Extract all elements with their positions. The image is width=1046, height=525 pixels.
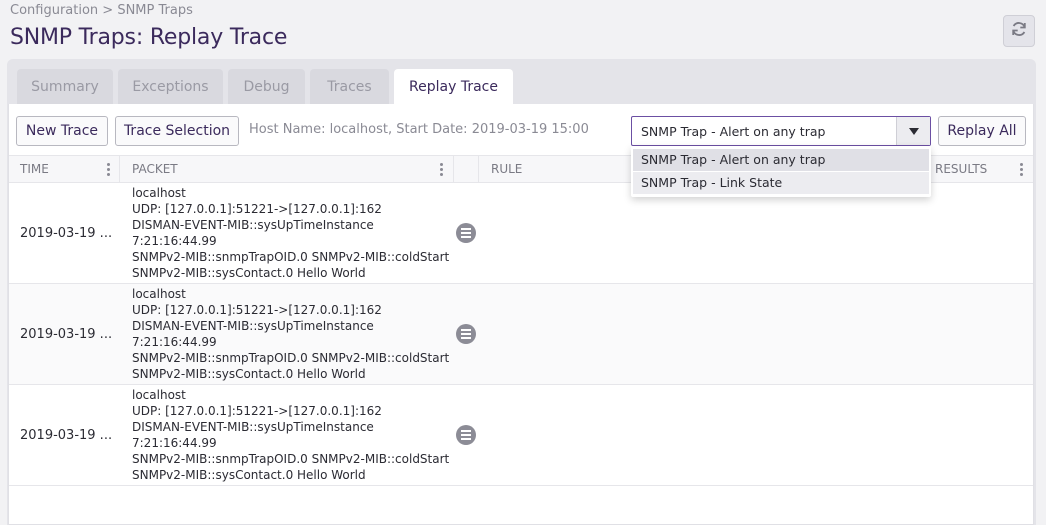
row-menu-icon[interactable]: [456, 223, 476, 243]
packet-line: SNMPv2-MIB::snmpTrapOID.0 SNMPv2-MIB::co…: [132, 250, 450, 264]
dropdown-option[interactable]: SNMP Trap - Alert on any trap: [633, 149, 929, 171]
breadcrumb[interactable]: Configuration > SNMP Traps: [10, 3, 193, 18]
column-menu-icon[interactable]: [107, 163, 110, 176]
table-row[interactable]: 2019-03-19 ... localhost UDP: [127.0.0.1…: [9, 284, 1033, 385]
column-header-packet[interactable]: PACKET: [132, 156, 178, 182]
packet-line: SNMPv2-MIB::snmpTrapOID.0 SNMPv2-MIB::co…: [132, 452, 450, 466]
column-menu-icon[interactable]: [1020, 163, 1023, 176]
tab-exceptions[interactable]: Exceptions: [118, 69, 223, 104]
packet-line: SNMPv2-MIB::sysContact.0 Hello World: [132, 367, 366, 381]
row-menu-icon[interactable]: [456, 324, 476, 344]
page-title: SNMP Traps: Replay Trace: [10, 25, 288, 50]
column-divider: [453, 156, 454, 182]
column-header-results[interactable]: RESULTS: [935, 156, 987, 182]
packet-line: 7:21:16:44.99: [132, 335, 217, 349]
refresh-icon: [1010, 20, 1028, 42]
column-header-time[interactable]: TIME: [20, 156, 49, 182]
packet-line: SNMPv2-MIB::snmpTrapOID.0 SNMPv2-MIB::co…: [132, 351, 450, 365]
packet-line: DISMAN-EVENT-MIB::sysUpTimeInstance: [132, 319, 374, 333]
packet-line: 7:21:16:44.99: [132, 234, 217, 248]
packet-line: SNMPv2-MIB::sysContact.0 Hello World: [132, 266, 366, 280]
tab-traces[interactable]: Traces: [310, 69, 389, 104]
packet-line: DISMAN-EVENT-MIB::sysUpTimeInstance: [132, 420, 374, 434]
table-row[interactable]: 2019-03-19 ... localhost UDP: [127.0.0.1…: [9, 183, 1033, 284]
row-packet: localhost UDP: [127.0.0.1]:51221->[127.0…: [132, 286, 449, 382]
tab-replay-trace[interactable]: Replay Trace: [394, 69, 513, 105]
table-row[interactable]: 2019-03-19 ... localhost UDP: [127.0.0.1…: [9, 385, 1033, 486]
trace-selection-button[interactable]: Trace Selection: [115, 116, 239, 146]
row-time: 2019-03-19 ...: [20, 327, 113, 342]
packet-line: 7:21:16:44.99: [132, 436, 217, 450]
packet-line: localhost: [132, 186, 186, 200]
host-info: Host Name: localhost, Start Date: 2019-0…: [249, 122, 589, 137]
rule-select-dropdown: SNMP Trap - Alert on any trap SNMP Trap …: [631, 146, 931, 197]
packet-line: DISMAN-EVENT-MIB::sysUpTimeInstance: [132, 218, 374, 232]
packet-line: UDP: [127.0.0.1]:51221->[127.0.0.1]:162: [132, 303, 382, 317]
row-time: 2019-03-19 ...: [20, 226, 113, 241]
row-packet: localhost UDP: [127.0.0.1]:51221->[127.0…: [132, 185, 449, 281]
row-menu-icon[interactable]: [456, 425, 476, 445]
rule-select[interactable]: SNMP Trap - Alert on any trap: [631, 116, 931, 146]
row-time: 2019-03-19 ...: [20, 428, 113, 443]
packet-line: localhost: [132, 287, 186, 301]
packet-line: UDP: [127.0.0.1]:51221->[127.0.0.1]:162: [132, 202, 382, 216]
packet-line: SNMPv2-MIB::sysContact.0 Hello World: [132, 468, 366, 482]
column-menu-icon[interactable]: [440, 163, 443, 176]
tab-summary[interactable]: Summary: [17, 69, 113, 104]
refresh-button[interactable]: [1003, 15, 1035, 47]
row-packet: localhost UDP: [127.0.0.1]:51221->[127.0…: [132, 387, 449, 483]
replay-trace-content: New Trace Trace Selection Host Name: loc…: [8, 104, 1034, 525]
column-divider: [119, 156, 120, 182]
packet-line: UDP: [127.0.0.1]:51221->[127.0.0.1]:162: [132, 404, 382, 418]
tab-debug[interactable]: Debug: [228, 69, 305, 104]
packet-line: localhost: [132, 388, 186, 402]
replay-all-button[interactable]: Replay All: [938, 116, 1026, 146]
column-header-rule[interactable]: RULE: [491, 156, 522, 182]
new-trace-button[interactable]: New Trace: [16, 116, 108, 146]
dropdown-option[interactable]: SNMP Trap - Link State: [633, 172, 929, 194]
chevron-down-icon[interactable]: [896, 117, 930, 145]
column-divider: [478, 156, 479, 182]
rule-select-value: SNMP Trap - Alert on any trap: [641, 124, 826, 139]
